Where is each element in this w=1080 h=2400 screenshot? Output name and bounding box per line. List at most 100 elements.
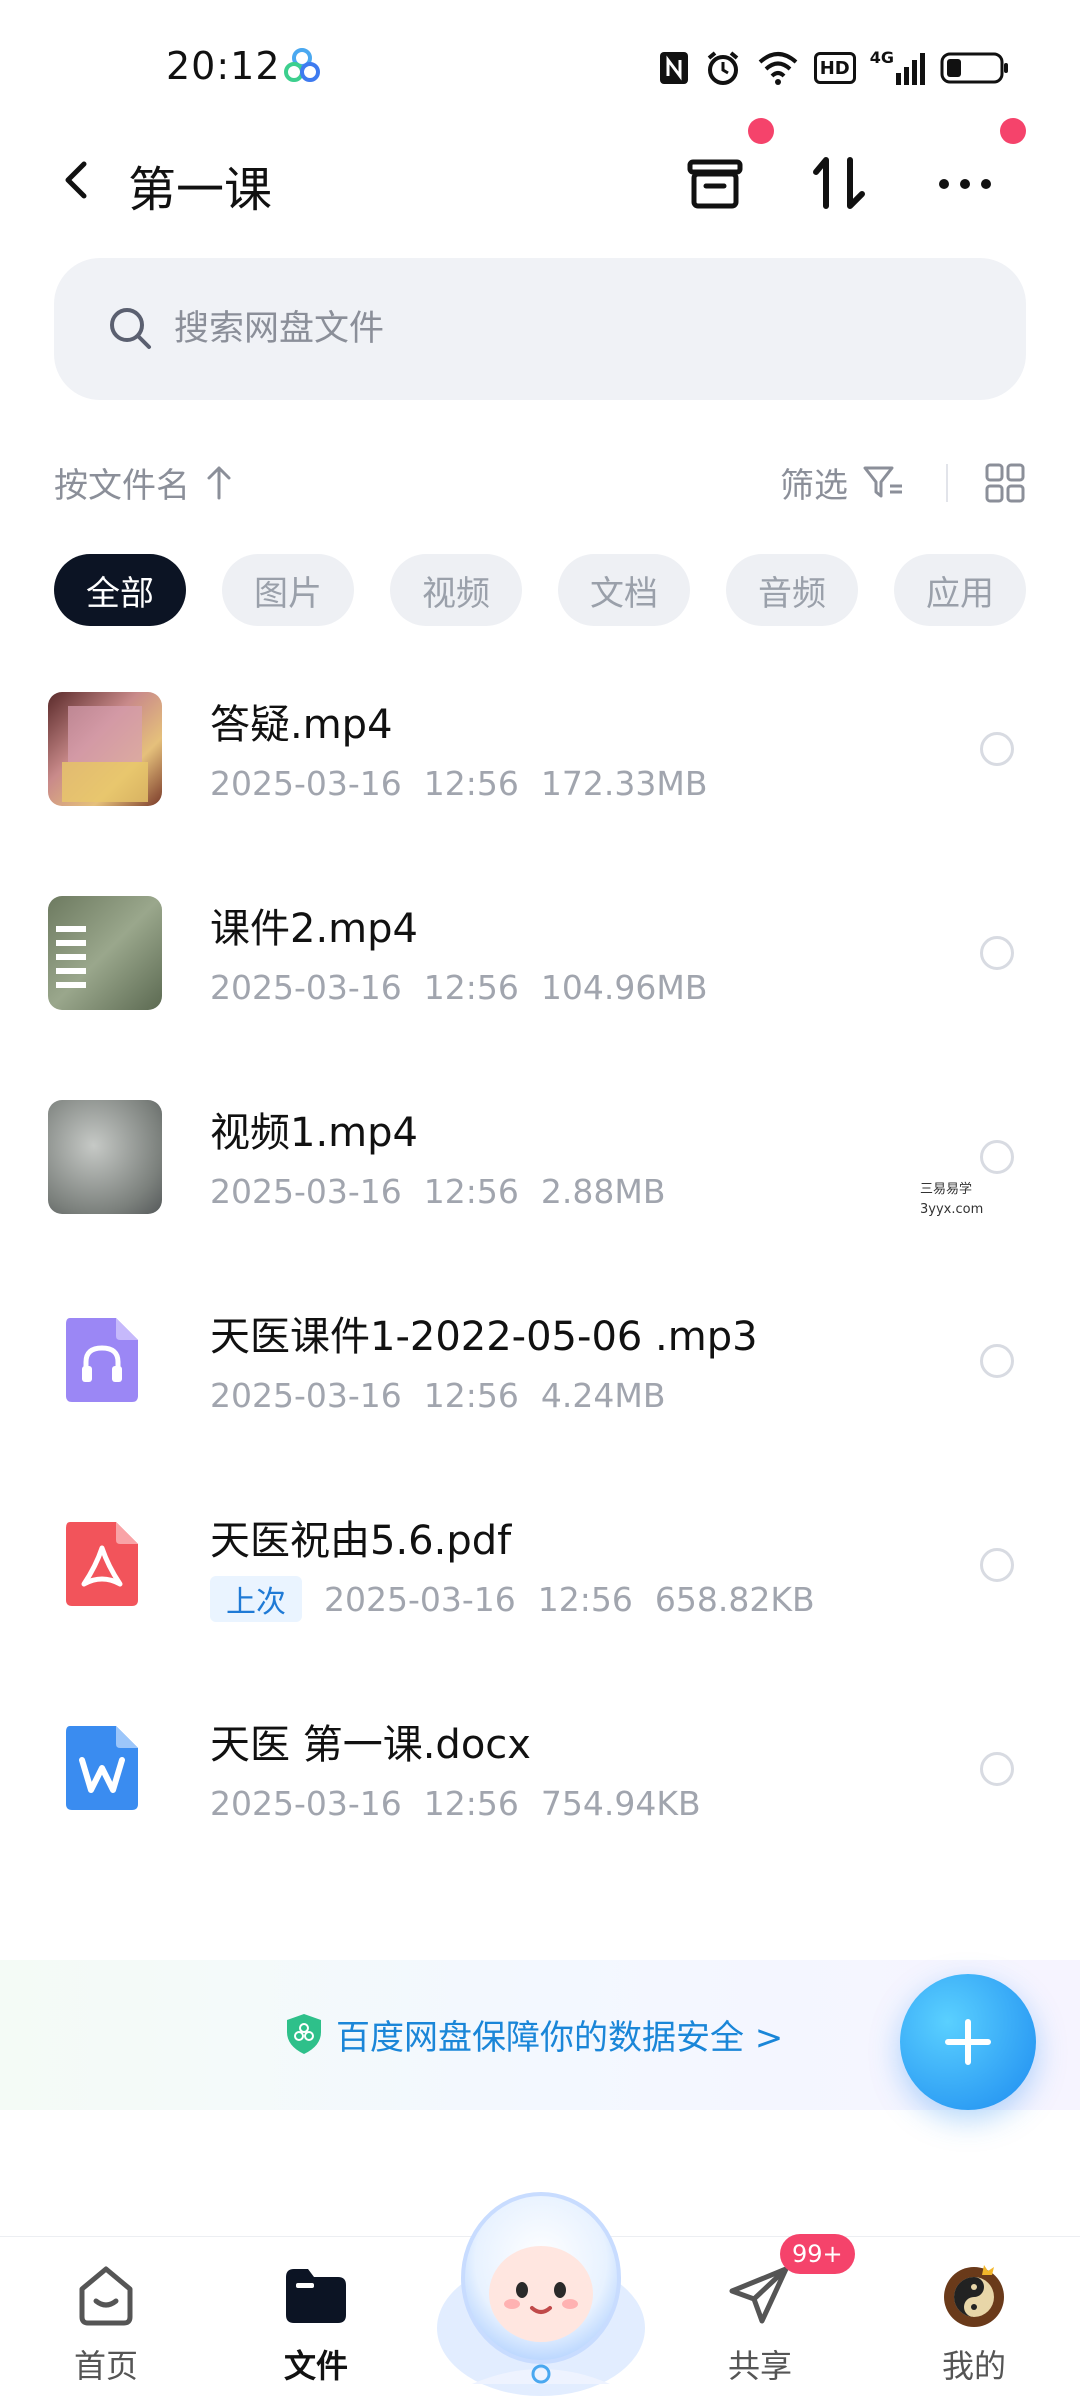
wifi-icon xyxy=(758,52,798,85)
file-date: 2025-03-16 xyxy=(210,968,402,1007)
file-row[interactable]: 视频1.mp4 2025-03-16 12:56 2.88MB xyxy=(0,1088,1080,1292)
file-row[interactable]: 天医祝由5.6.pdf 上次 2025-03-16 12:56 658.82KB xyxy=(0,1496,1080,1700)
chip-audio[interactable]: 音频 xyxy=(726,554,858,626)
file-date: 2025-03-16 xyxy=(324,1580,516,1619)
file-time: 12:56 xyxy=(537,1580,633,1619)
archive-icon[interactable] xyxy=(680,148,750,218)
video-thumbnail xyxy=(48,692,162,806)
plus-icon xyxy=(945,2019,991,2065)
watermark-line1: 三易易学 xyxy=(920,1182,973,1197)
alarm-icon xyxy=(707,51,738,85)
file-size: 104.96MB xyxy=(540,968,708,1007)
hd-icon: HD xyxy=(813,52,856,84)
pdf-file-icon xyxy=(66,1522,138,1606)
nav-share-label: 共享 xyxy=(727,2347,792,2385)
nav-share[interactable]: 共享 xyxy=(690,2259,830,2399)
file-name: 答疑.mp4 xyxy=(210,702,393,748)
file-name: 天医课件1-2022-05-06 .mp3 xyxy=(210,1314,758,1360)
watermark: 三易易学 3yyx.com xyxy=(920,1180,983,1220)
file-size: 754.94KB xyxy=(540,1784,701,1823)
add-button[interactable] xyxy=(900,1974,1036,2110)
file-date: 2025-03-16 xyxy=(210,1172,402,1211)
signal-bars-icon xyxy=(896,53,925,85)
chip-images[interactable]: 图片 xyxy=(222,554,354,626)
video-thumbnail xyxy=(48,1100,162,1214)
file-size: 4.24MB xyxy=(540,1376,666,1415)
nav-profile-label: 我的 xyxy=(941,2347,1006,2385)
battery-icon xyxy=(940,52,1008,84)
file-meta: 2025-03-16 12:56 4.24MB xyxy=(210,1376,665,1415)
archive-notification-dot xyxy=(748,118,774,144)
back-icon[interactable] xyxy=(50,152,106,208)
file-row[interactable]: 答疑.mp4 2025-03-16 12:56 172.33MB xyxy=(0,680,1080,884)
more-notification-dot xyxy=(1000,118,1026,144)
nav-home-label: 首页 xyxy=(73,2347,138,2385)
search-icon xyxy=(110,308,151,349)
sort-ascending-icon[interactable] xyxy=(204,462,234,502)
share-plane-icon xyxy=(729,2266,789,2324)
file-row[interactable]: 天医 第一课.docx 2025-03-16 12:56 754.94KB xyxy=(0,1700,1080,1904)
file-meta: 2025-03-16 12:56 754.94KB xyxy=(210,1784,701,1823)
file-time: 12:56 xyxy=(423,1172,519,1211)
file-meta: 上次 2025-03-16 12:56 658.82KB xyxy=(210,1576,815,1622)
chip-all[interactable]: 全部 xyxy=(54,554,186,626)
file-meta: 2025-03-16 12:56 2.88MB xyxy=(210,1172,665,1211)
file-row[interactable]: 天医课件1-2022-05-06 .mp3 2025-03-16 12:56 4… xyxy=(0,1292,1080,1496)
file-time: 12:56 xyxy=(423,1376,519,1415)
grid-view-icon[interactable] xyxy=(984,462,1026,504)
chip-documents[interactable]: 文档 xyxy=(558,554,690,626)
file-name: 天医祝由5.6.pdf xyxy=(210,1518,512,1564)
select-checkbox[interactable] xyxy=(980,1344,1014,1378)
search-bar[interactable] xyxy=(54,258,1026,400)
sort-row: 按文件名 筛选 xyxy=(0,448,1080,518)
chip-apps[interactable]: 应用 xyxy=(894,554,1026,626)
word-file-icon xyxy=(66,1726,138,1810)
select-checkbox[interactable] xyxy=(980,936,1014,970)
search-input[interactable] xyxy=(174,292,974,366)
shield-icon xyxy=(287,2014,321,2054)
nfc-icon xyxy=(659,52,688,84)
nav-home[interactable]: 首页 xyxy=(36,2259,176,2399)
file-meta: 2025-03-16 12:56 104.96MB xyxy=(210,968,707,1007)
transfer-icon[interactable] xyxy=(804,148,874,218)
file-name: 天医 第一课.docx xyxy=(210,1722,531,1768)
sort-by-name-button[interactable]: 按文件名 xyxy=(54,458,190,507)
divider xyxy=(946,464,948,502)
video-thumbnail xyxy=(48,896,162,1010)
signal-4g-label: 4G xyxy=(869,48,894,67)
file-size: 172.33MB xyxy=(540,764,708,803)
select-checkbox[interactable] xyxy=(980,1548,1014,1582)
baidu-netdisk-status-icon xyxy=(284,48,320,82)
home-icon xyxy=(79,2266,133,2326)
filter-icon[interactable] xyxy=(862,462,904,502)
audio-file-icon xyxy=(66,1318,138,1402)
file-date: 2025-03-16 xyxy=(210,1784,402,1823)
nav-profile[interactable]: 我的 xyxy=(904,2259,1044,2399)
select-checkbox[interactable] xyxy=(980,1752,1014,1786)
file-meta: 2025-03-16 12:56 172.33MB xyxy=(210,764,707,803)
more-icon[interactable] xyxy=(930,148,1000,218)
chip-videos[interactable]: 视频 xyxy=(390,554,522,626)
file-time: 12:56 xyxy=(423,764,519,803)
nav-files[interactable]: 文件 xyxy=(246,2259,386,2399)
file-size: 658.82KB xyxy=(654,1580,815,1619)
file-name: 视频1.mp4 xyxy=(210,1110,418,1156)
filter-button[interactable]: 筛选 xyxy=(780,458,848,507)
file-row[interactable]: 课件2.mp4 2025-03-16 12:56 104.96MB xyxy=(0,884,1080,1088)
category-chips: 全部 图片 视频 文档 音频 应用 xyxy=(54,554,1026,626)
file-size: 2.88MB xyxy=(540,1172,666,1211)
file-date: 2025-03-16 xyxy=(210,764,402,803)
status-bar: 20:12 HD 4G xyxy=(0,0,1080,120)
header: 第一课 xyxy=(0,118,1080,230)
status-time: 20:12 xyxy=(166,44,281,88)
nav-files-label: 文件 xyxy=(283,2347,348,2385)
security-banner-text: 百度网盘保障你的数据安全 > xyxy=(336,2018,784,2058)
file-time: 12:56 xyxy=(423,968,519,1007)
select-checkbox[interactable] xyxy=(980,732,1014,766)
mascot-assistant-button[interactable] xyxy=(432,2178,650,2400)
file-name: 课件2.mp4 xyxy=(210,906,418,952)
select-checkbox[interactable] xyxy=(980,1140,1014,1174)
signal-4g-icon: 4G xyxy=(870,48,926,88)
folder-icon xyxy=(286,2269,346,2323)
watermark-line2: 3yyx.com xyxy=(920,1202,984,1217)
